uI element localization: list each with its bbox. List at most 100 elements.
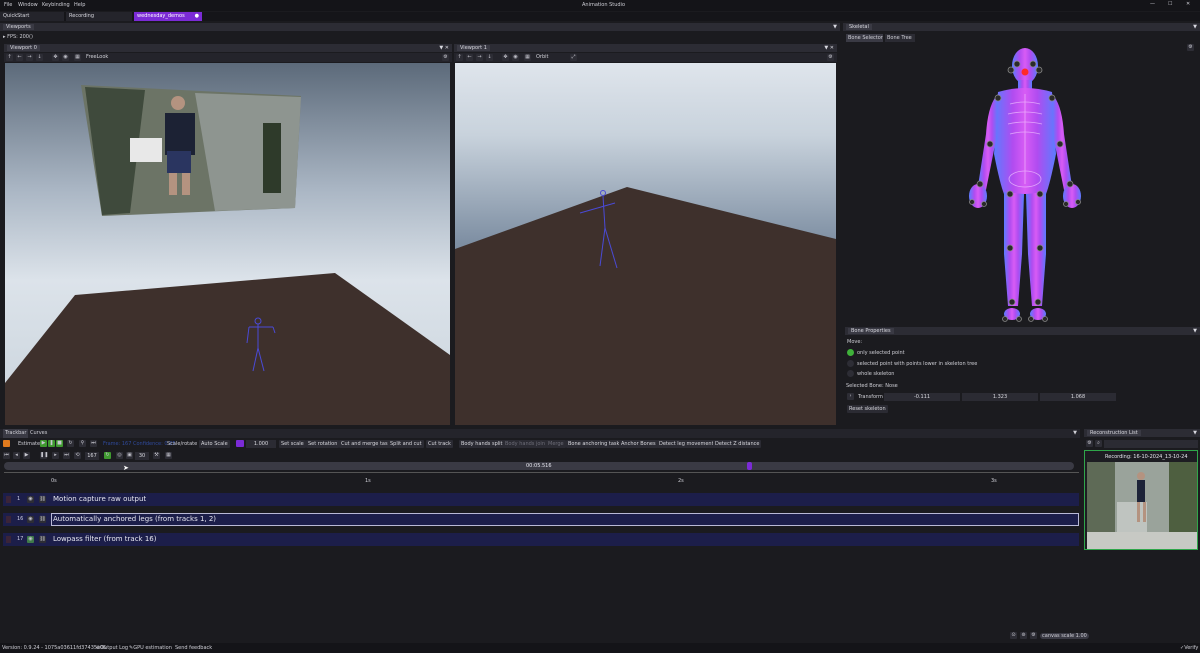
set-rotation-button[interactable]: Set rotation: [306, 440, 340, 448]
gpu-estimation-button[interactable]: ✎GPU estimation: [129, 645, 172, 651]
reset-skeleton-button[interactable]: Reset skeleton: [847, 405, 888, 413]
reconstruction-item[interactable]: Recording: 16-10-2024_13-10-24: [1084, 450, 1198, 550]
move-icon[interactable]: ✥: [502, 54, 509, 61]
send-feedback-button[interactable]: Send feedback: [175, 645, 212, 651]
camera-icon[interactable]: ◉: [62, 54, 69, 61]
settings-icon[interactable]: ⚙: [827, 54, 834, 61]
viewport0-title[interactable]: Viewport 0 ▼ ✕: [4, 44, 452, 52]
track-row[interactable]: 17 ◉ ⛓ Lowpass filter (from track 16): [3, 533, 1079, 546]
viewport1-title[interactable]: Viewport 1 ▼ ✕: [454, 44, 837, 52]
canvas-scale[interactable]: canvas scale 1.00: [1040, 633, 1089, 639]
cut-merge-tasks-button[interactable]: Cut and merge tasks: [339, 440, 396, 448]
move-icon[interactable]: ✥: [52, 54, 59, 61]
arrow-up-icon[interactable]: ↑: [456, 54, 463, 61]
split-cut-button[interactable]: Split and cut: [388, 440, 424, 448]
detect-leg-movement-button[interactable]: Detect leg movement: [657, 440, 716, 448]
menu-window[interactable]: Window: [18, 2, 38, 8]
close-icon[interactable]: ✕: [1186, 1, 1190, 7]
skip-end-icon[interactable]: ⏭: [63, 452, 70, 459]
grid-icon[interactable]: ▦: [165, 452, 172, 459]
tool-icon[interactable]: ⚲: [79, 440, 86, 447]
menu-file[interactable]: File: [4, 2, 12, 8]
body-bone-map[interactable]: [960, 44, 1090, 326]
viewport1-scene[interactable]: [455, 63, 836, 425]
link-icon[interactable]: ⛓: [39, 496, 46, 503]
tab-bone-selector[interactable]: Bone Selector: [846, 34, 883, 42]
play-icon[interactable]: ▶: [23, 452, 30, 459]
minimize-icon[interactable]: —: [1150, 1, 1155, 7]
menu-keybinding[interactable]: Keybinding: [42, 2, 70, 8]
tab-bone-tree[interactable]: Bone Tree: [885, 34, 915, 42]
detect-z-distance-button[interactable]: Detect Z distance: [713, 440, 762, 448]
settings-icon[interactable]: ⚙: [442, 54, 449, 61]
search-icon[interactable]: ⌕: [1095, 440, 1102, 447]
transform-y[interactable]: 1.323: [962, 393, 1038, 401]
settings-icon[interactable]: ⚙: [1030, 632, 1037, 639]
bone-anchoring-tasks-button[interactable]: Bone anchoring tasks: [566, 440, 625, 448]
film-icon[interactable]: ▣: [126, 452, 133, 459]
grid-icon[interactable]: ▦: [74, 54, 81, 61]
timeline-scrubber[interactable]: 00:05.516: [4, 462, 1074, 470]
radio-only-selected[interactable]: [847, 349, 854, 356]
skeletal-panel-title[interactable]: Skeletal ▼: [843, 23, 1200, 31]
wrench-icon[interactable]: ⚒: [153, 452, 160, 459]
tab-recording[interactable]: Recording: [66, 12, 132, 21]
grid-icon[interactable]: ▦: [524, 54, 531, 61]
eye-icon[interactable]: ◉: [27, 496, 34, 503]
chevron-right-icon[interactable]: ›: [847, 393, 854, 400]
zoom-reset-icon[interactable]: ⊙: [1010, 632, 1017, 639]
color-swatch[interactable]: [236, 440, 244, 447]
search-input[interactable]: [1104, 440, 1198, 448]
menu-help[interactable]: Help: [74, 2, 85, 8]
track-row[interactable]: 16 ◉ ⛓ Automatically anchored legs (from…: [3, 513, 1079, 526]
camera-mode[interactable]: FreeLook: [86, 54, 108, 60]
target-icon[interactable]: ◎: [116, 452, 123, 459]
skip-icon[interactable]: ⏭: [90, 440, 97, 447]
playhead-marker[interactable]: [747, 462, 752, 470]
track-row[interactable]: 1 ◉ ⛓ Motion capture raw output: [3, 493, 1079, 506]
camera-mode[interactable]: Orbit: [536, 54, 549, 60]
pause-icon[interactable]: ❚❚: [40, 452, 48, 459]
cut-track-button[interactable]: Cut track: [426, 440, 453, 448]
link-icon[interactable]: ⛓: [39, 536, 46, 543]
settings-icon[interactable]: ⚙: [1187, 44, 1194, 51]
body-hands-split-button[interactable]: Body hands split: [459, 440, 505, 448]
radio-whole-skeleton[interactable]: [847, 370, 854, 377]
anchor-bones-button[interactable]: Anchor Bones: [619, 440, 658, 448]
sync-icon[interactable]: ↻: [104, 452, 111, 459]
arrow-right-icon[interactable]: →: [26, 54, 33, 61]
link-icon[interactable]: ⛓: [39, 516, 46, 523]
stop-estimate-icon[interactable]: ■: [56, 440, 63, 447]
pause-estimate-icon[interactable]: ❚: [48, 440, 55, 447]
arrow-left-icon[interactable]: ←: [466, 54, 473, 61]
zoom-fit-icon[interactable]: ⊚: [1020, 632, 1027, 639]
tab-quickstart[interactable]: QuickStart: [0, 12, 64, 21]
step-back-icon[interactable]: ◂: [13, 452, 20, 459]
radio-lower-tree[interactable]: [847, 360, 854, 367]
play-estimate-icon[interactable]: ▶: [40, 440, 47, 447]
set-scale-button[interactable]: Set scale: [279, 440, 306, 448]
current-frame-field[interactable]: 167: [85, 452, 99, 460]
record-icon[interactable]: [3, 440, 10, 447]
reconstruction-list-title[interactable]: Reconstruction List ▼: [1084, 429, 1200, 437]
transform-z[interactable]: 1.068: [1040, 393, 1116, 401]
viewport0-scene[interactable]: [5, 63, 450, 425]
skip-start-icon[interactable]: ⏮: [3, 452, 10, 459]
eye-icon[interactable]: ◉: [27, 536, 34, 543]
camera-icon[interactable]: ◉: [512, 54, 519, 61]
arrow-down-icon[interactable]: ↓: [486, 54, 493, 61]
tab-wednesday-demos[interactable]: wednesday_demos ●: [134, 12, 202, 21]
output-log-button[interactable]: ⊕Output Log: [96, 645, 128, 651]
settings-icon[interactable]: ⚙: [1086, 440, 1093, 447]
tab-trackbar[interactable]: Trackbar: [3, 429, 29, 438]
arrow-right-icon[interactable]: →: [476, 54, 483, 61]
transform-x[interactable]: -0.111: [884, 393, 960, 401]
end-frame-field[interactable]: 30: [135, 452, 149, 460]
auto-scale-button[interactable]: Auto Scale: [199, 440, 230, 448]
step-forward-icon[interactable]: ▸: [52, 452, 59, 459]
arrow-left-icon[interactable]: ←: [16, 54, 23, 61]
arrow-up-icon[interactable]: ↑: [6, 54, 13, 61]
maximize-icon[interactable]: ☐: [1168, 1, 1172, 7]
tab-curves[interactable]: Curves: [30, 429, 47, 438]
refresh-icon[interactable]: ↻: [67, 440, 74, 447]
